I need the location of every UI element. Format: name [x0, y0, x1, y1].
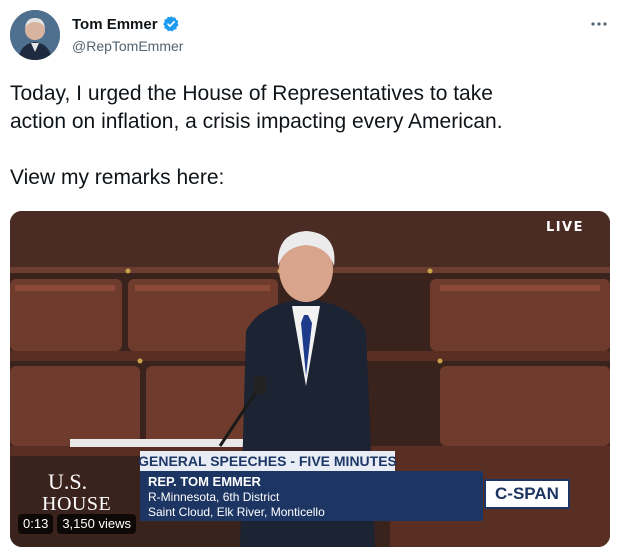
author-name[interactable]: Tom Emmer: [72, 16, 158, 33]
video-stats: 0:13 3,150 views: [18, 513, 136, 535]
tweet-text: Today, I urged the House of Representati…: [10, 80, 610, 192]
avatar[interactable]: [10, 10, 60, 60]
tweet-line: action on inflation, a crisis impacting …: [10, 110, 503, 133]
live-badge: LIVE: [545, 220, 584, 235]
more-horizontal-icon[interactable]: [590, 14, 608, 32]
avatar-photo: [10, 10, 60, 60]
tweet-line: Today, I urged the House of Representati…: [10, 82, 493, 105]
speaker-district: R-Minnesota, 6th District: [148, 490, 280, 504]
tweet-line: View my remarks here:: [10, 166, 225, 189]
banner-title: GENERAL SPEECHES - FIVE MINUTES: [138, 451, 397, 471]
verified-badge-icon: [162, 16, 179, 32]
us-house-logo: U.S. HOUSE: [42, 469, 112, 515]
view-count: 3,150 views: [57, 514, 136, 534]
elapsed-time: 0:13: [18, 514, 54, 534]
author-handle[interactable]: @RepTomEmmer: [72, 38, 183, 54]
cspan-logo: C-SPAN: [484, 479, 570, 509]
video-player[interactable]: LIVE U.S. HOUSE GENERAL SPEECHES - FIVE …: [10, 211, 610, 547]
speaker-banner: REP. TOM EMMER R-Minnesota, 6th District…: [140, 471, 483, 521]
speaker-name: REP. TOM EMMER: [148, 474, 261, 489]
speaker-cities: Saint Cloud, Elk River, Monticello: [148, 505, 325, 519]
author-name-row: Tom Emmer: [72, 15, 180, 33]
